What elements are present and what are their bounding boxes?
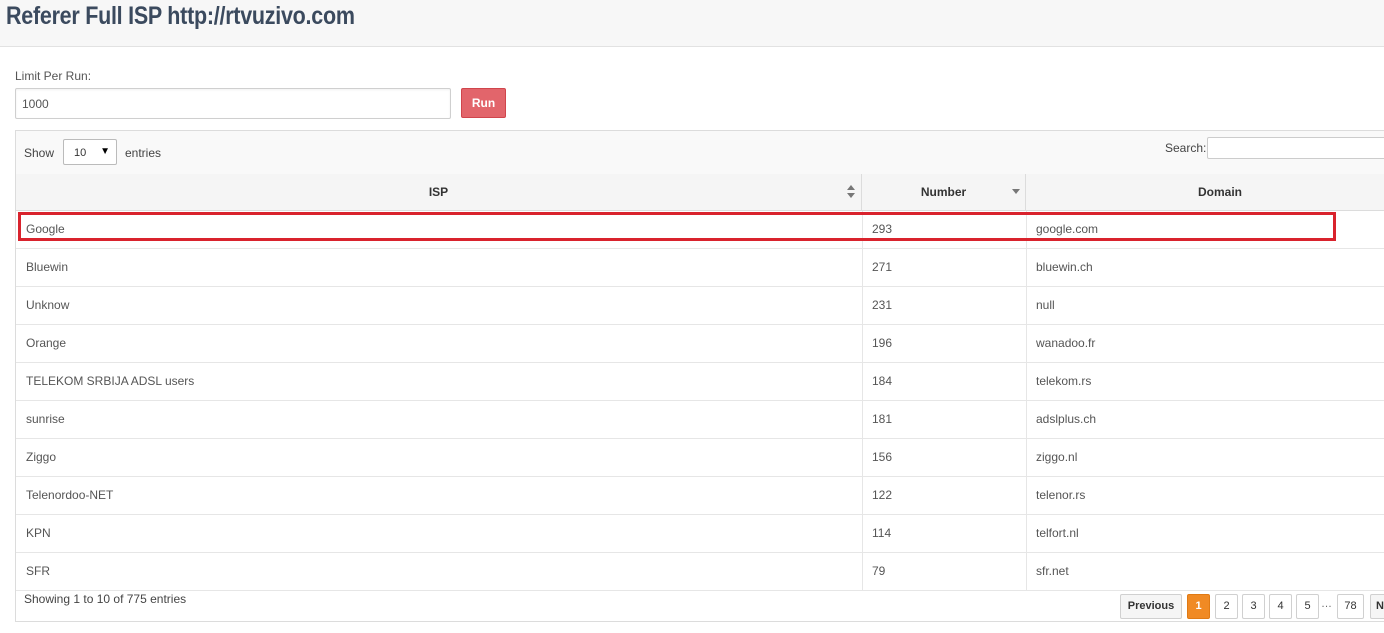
- column-divider: [862, 515, 863, 552]
- cell-isp: Google: [26, 222, 65, 236]
- cell-domain: wanadoo.fr: [1036, 336, 1096, 350]
- cell-number: 181: [872, 412, 893, 426]
- search-input[interactable]: [1207, 137, 1384, 159]
- table-info: Showing 1 to 10 of 775 entries: [24, 592, 187, 606]
- cell-number: 196: [872, 336, 893, 350]
- column-divider: [1026, 287, 1027, 324]
- caret-down-icon: ▼: [100, 146, 110, 157]
- cell-number: 79: [872, 564, 886, 578]
- cell-number: 293: [872, 222, 893, 236]
- cell-isp: Orange: [26, 336, 67, 350]
- cell-isp: sunrise: [26, 412, 65, 426]
- entries-label: entries: [125, 146, 162, 160]
- pagination-previous-button[interactable]: Previous: [1120, 594, 1182, 619]
- cell-isp: KPN: [26, 526, 51, 540]
- table-header: ISP Number Domain: [16, 174, 1384, 211]
- cell-isp: Bluewin: [26, 260, 69, 274]
- column-divider: [862, 477, 863, 514]
- column-header-domain[interactable]: Domain: [1026, 174, 1384, 210]
- cell-isp: TELEKOM SRBIJA ADSL users: [26, 374, 195, 388]
- cell-number: 122: [872, 488, 893, 502]
- column-header-domain-label: Domain: [1197, 185, 1242, 199]
- pagination-page-1[interactable]: 1: [1187, 594, 1210, 619]
- table-row: Ziggo 156 ziggo.nl: [16, 439, 1384, 477]
- limit-label: Limit Per Run:: [15, 69, 92, 83]
- limit-per-run-input[interactable]: [15, 88, 451, 119]
- table-row: Unknow 231 null: [16, 287, 1384, 325]
- entries-selected-value: 10: [74, 147, 87, 159]
- pagination-page-2[interactable]: 2: [1215, 594, 1238, 619]
- cell-domain: ziggo.nl: [1036, 450, 1078, 464]
- cell-domain: adslplus.ch: [1036, 412, 1097, 426]
- cell-isp: Ziggo: [26, 450, 57, 464]
- table-controls: Show 10 ▼ entries Search:: [16, 131, 1384, 175]
- column-divider: [862, 553, 863, 590]
- cell-domain: bluewin.ch: [1036, 260, 1093, 274]
- column-divider: [862, 363, 863, 400]
- column-divider: [1026, 249, 1027, 286]
- cell-domain: telfort.nl: [1036, 526, 1079, 540]
- column-header-number-label: Number: [920, 185, 967, 199]
- table-row: sunrise 181 adslplus.ch: [16, 401, 1384, 439]
- cell-number: 231: [872, 298, 893, 312]
- column-divider: [862, 325, 863, 362]
- cell-domain: telenor.rs: [1036, 488, 1086, 502]
- page-header: Referer Full ISP http://rtvuzivo.com: [0, 0, 1384, 47]
- column-header-isp[interactable]: ISP: [16, 174, 862, 210]
- pagination-page-78[interactable]: 78: [1337, 594, 1364, 619]
- column-header-number[interactable]: Number: [862, 174, 1026, 210]
- cell-number: 156: [872, 450, 893, 464]
- cell-number: 114: [872, 526, 892, 540]
- column-divider: [862, 211, 863, 248]
- entries-per-page-select[interactable]: 10 ▼: [63, 139, 117, 165]
- table-row: Telenordoo-NET 122 telenor.rs: [16, 477, 1384, 515]
- column-divider: [1026, 553, 1027, 590]
- cell-number: 271: [872, 260, 893, 274]
- column-header-isp-label: ISP: [428, 185, 449, 199]
- table-body: Google 293 google.com Bluewin 271 bluewin.ch U…: [16, 211, 1384, 591]
- column-divider: [862, 401, 863, 438]
- show-label: Show: [24, 146, 55, 160]
- column-divider: [1026, 401, 1027, 438]
- cell-domain: null: [1036, 298, 1055, 312]
- column-divider: [1026, 325, 1027, 362]
- cell-isp: SFR: [26, 564, 50, 578]
- column-divider: [862, 249, 863, 286]
- column-divider: [1026, 363, 1027, 400]
- cell-domain: google.com: [1036, 222, 1099, 236]
- table-row: KPN 114 telfort.nl: [16, 515, 1384, 553]
- pagination-page-4[interactable]: 4: [1269, 594, 1292, 619]
- pagination-ellipsis: …: [1321, 598, 1332, 610]
- column-divider: [1026, 477, 1027, 514]
- sort-both-icon: [847, 185, 855, 199]
- column-divider: [1026, 439, 1027, 476]
- pagination-page-3[interactable]: 3: [1242, 594, 1265, 619]
- table-row: TELEKOM SRBIJA ADSL users 184 telekom.rs: [16, 363, 1384, 401]
- pagination-next-button[interactable]: Ne: [1370, 594, 1384, 619]
- search-label: Search:: [1165, 141, 1207, 155]
- pagination-page-5[interactable]: 5: [1296, 594, 1319, 619]
- isp-table-panel: Show 10 ▼ entries Search: ISP Number Dom…: [15, 130, 1384, 622]
- column-divider: [1026, 211, 1027, 248]
- table-row: Google 293 google.com: [16, 211, 1384, 249]
- column-divider: [1026, 515, 1027, 552]
- run-button[interactable]: Run: [461, 88, 506, 118]
- table-row: Bluewin 271 bluewin.ch: [16, 249, 1384, 287]
- table-row: Orange 196 wanadoo.fr: [16, 325, 1384, 363]
- cell-isp: Telenordoo-NET: [26, 488, 114, 502]
- page-title: Referer Full ISP http://rtvuzivo.com: [6, 2, 355, 30]
- table-row: SFR 79 sfr.net: [16, 553, 1384, 591]
- cell-isp: Unknow: [26, 298, 70, 312]
- column-divider: [862, 439, 863, 476]
- sort-desc-icon: [1012, 189, 1020, 194]
- cell-domain: sfr.net: [1036, 564, 1069, 578]
- cell-number: 184: [872, 374, 893, 388]
- column-divider: [862, 287, 863, 324]
- cell-domain: telekom.rs: [1036, 374, 1092, 388]
